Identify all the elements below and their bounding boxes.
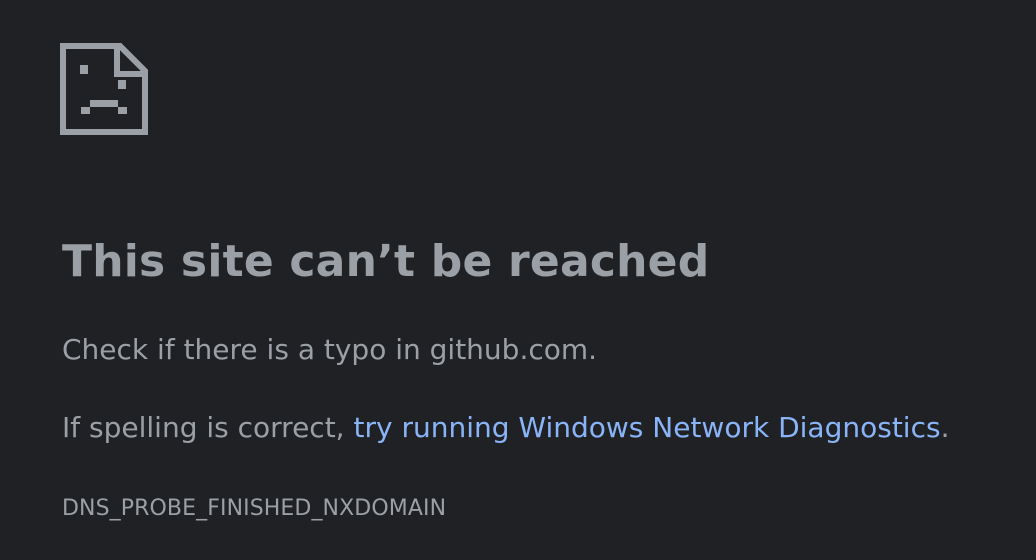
- network-diagnostics-link[interactable]: try running Windows Network Diagnostics: [353, 411, 940, 444]
- suggestion-prefix: If spelling is correct,: [62, 411, 354, 444]
- suggestion-suffix: .: [940, 411, 950, 444]
- error-code: DNS_PROBE_FINISHED_NXDOMAIN: [62, 496, 447, 521]
- error-title: This site can’t be reached: [62, 236, 710, 287]
- suggestion-message: If spelling is correct, try running Wind…: [62, 410, 949, 446]
- sad-page-icon: [60, 43, 148, 135]
- typo-message: Check if there is a typo in github.com.: [62, 333, 598, 366]
